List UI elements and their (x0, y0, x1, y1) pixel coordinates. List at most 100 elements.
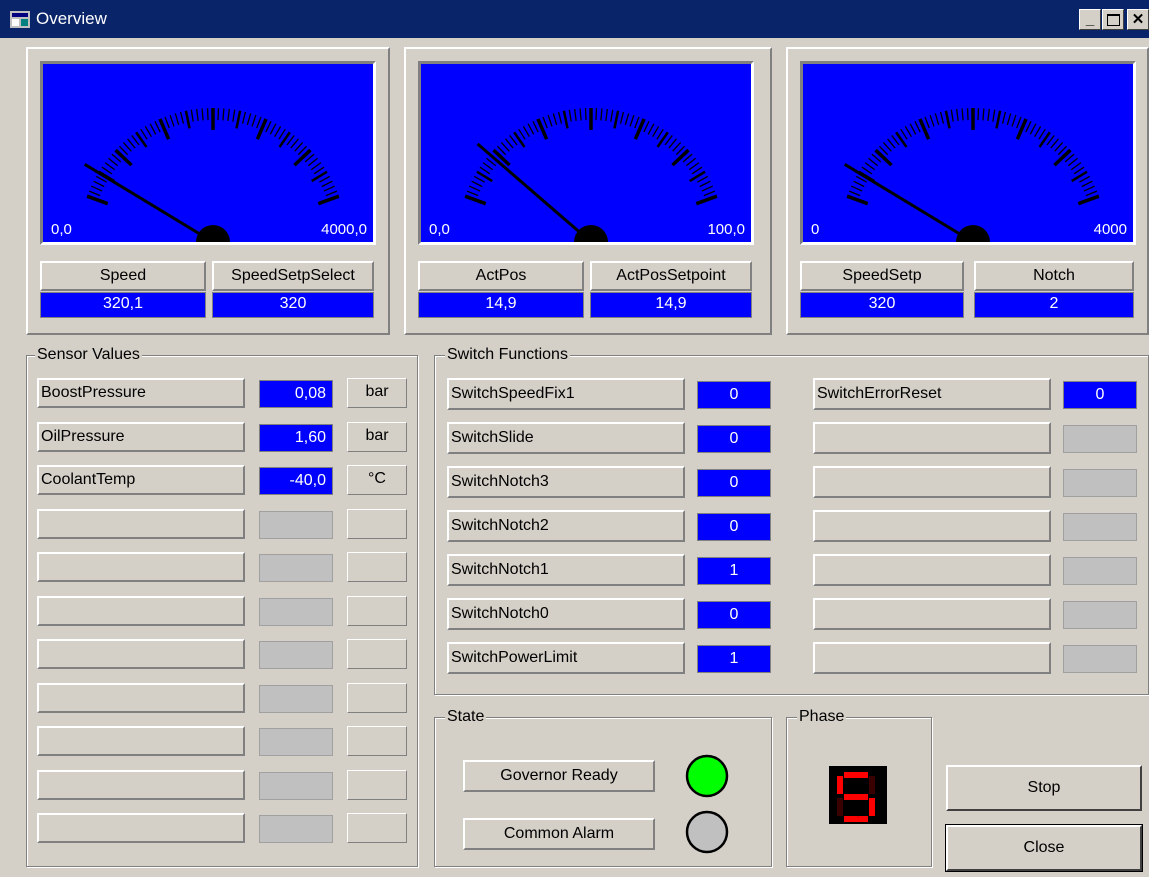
segment-d (844, 816, 868, 822)
gauge-tick (1038, 131, 1051, 148)
sensor-unit (347, 682, 407, 713)
gauge-tick (895, 131, 908, 148)
common-alarm-label: Common Alarm (463, 818, 655, 850)
segment-f (837, 776, 843, 794)
sensor-unit: bar (347, 378, 407, 408)
readout-label: Speed (40, 261, 206, 291)
gauge-tick (164, 116, 170, 129)
sensor-unit (347, 813, 407, 843)
sensor-value (259, 554, 333, 582)
switch-value (1063, 601, 1137, 629)
gauge-tick (135, 131, 148, 148)
switch-value (1063, 645, 1137, 673)
sensor-value (259, 641, 333, 669)
gauge-tick (900, 128, 908, 140)
gauge-tick (169, 114, 175, 127)
gauge-tick (1070, 162, 1082, 171)
gauge-tick (853, 180, 865, 188)
gauge-tick (929, 114, 935, 127)
switch-name: SwitchNotch1 (447, 554, 685, 586)
sensor-name (37, 813, 245, 843)
sensor-unit: °C (347, 465, 407, 495)
switch-name (813, 598, 1051, 630)
close-button[interactable]: Close (945, 824, 1143, 872)
gauge-tick (325, 190, 338, 197)
gauge-tick (846, 194, 869, 206)
readout-value: 320 (800, 292, 964, 318)
sensor-value: -40,0 (259, 467, 333, 495)
switch-value (1063, 425, 1137, 453)
gauge-tick (882, 141, 892, 152)
gauge-tick (1050, 138, 1060, 149)
gauge-tick (944, 110, 951, 129)
gauge-tick (93, 180, 105, 188)
gauge-tick (290, 138, 300, 149)
minimize-button[interactable]: _ (1079, 9, 1101, 30)
sensor-name (37, 552, 245, 582)
gauge-hub (574, 225, 608, 242)
speedsetp-gauge-dial (843, 108, 1100, 242)
gauge-tick (961, 108, 964, 121)
gauge-tick (190, 109, 194, 122)
stop-button[interactable]: Stop (946, 765, 1142, 811)
gauge-tick (293, 148, 312, 167)
gauge-tick (232, 109, 236, 122)
gauge-tick (1073, 166, 1085, 175)
switch-value: 0 (697, 513, 771, 541)
sensor-name (37, 639, 245, 669)
actpos-gauge: 0,0 100,0 (418, 61, 754, 245)
switch-value: 1 (697, 557, 771, 585)
gauge-tick (619, 111, 625, 124)
gauge-tick (278, 131, 291, 148)
gauge-tick (939, 111, 945, 124)
gauge-tick (140, 128, 148, 140)
switch-name: SwitchNotch0 (447, 598, 685, 630)
gauge-tick (1085, 190, 1098, 197)
gauge-tick (471, 180, 483, 188)
gauge-tick (656, 128, 664, 140)
readout-value: 14,9 (418, 292, 584, 318)
gauge-tick (149, 123, 157, 135)
readout-label: SpeedSetp (800, 261, 964, 291)
gauge-tick (867, 157, 879, 167)
speed-gauge-dial (83, 108, 340, 242)
close-window-button[interactable]: ✕ (1127, 9, 1149, 30)
segment-b (869, 776, 875, 794)
sensor-name (37, 595, 245, 626)
gauge-tick (464, 194, 487, 206)
gauge-tick (542, 116, 548, 129)
gauge-tick (1054, 141, 1064, 152)
sensor-value (259, 684, 333, 713)
gauge-tick (90, 185, 103, 192)
gauge-tick (101, 166, 113, 175)
readout-label: Notch (974, 261, 1134, 291)
switch-value: 0 (697, 381, 771, 409)
gauge-tick (552, 113, 558, 126)
readout-value: 14,9 (590, 292, 752, 318)
gauge-tick (313, 166, 325, 175)
gauge-tick (688, 162, 700, 171)
gauge-tick (1079, 175, 1091, 183)
gauge-tick (904, 126, 912, 138)
gauge-tick (174, 113, 180, 126)
maximize-button[interactable] (1102, 9, 1124, 30)
switch-value: 0 (1063, 381, 1137, 409)
gauge-min-label: 0,0 (51, 221, 72, 238)
sensor-unit (347, 552, 407, 582)
gauge-tick (1029, 123, 1037, 135)
gauge-tick (656, 131, 669, 148)
common-alarm-led (685, 810, 729, 854)
group-title: Sensor Values (35, 346, 142, 364)
gauge-tick (278, 128, 286, 140)
switch-value: 0 (697, 601, 771, 629)
gauge-tick (1006, 113, 1012, 126)
gauge-tick (246, 113, 252, 126)
sensor-value (259, 815, 333, 843)
sensor-value: 1,60 (259, 423, 333, 452)
sensor-unit (347, 508, 407, 539)
gauge-tick (848, 190, 861, 197)
switch-name: SwitchPowerLimit (447, 642, 685, 674)
segment-a (844, 772, 868, 778)
gauge-min-label: 0,0 (429, 221, 450, 238)
gauge-tick (629, 114, 635, 127)
